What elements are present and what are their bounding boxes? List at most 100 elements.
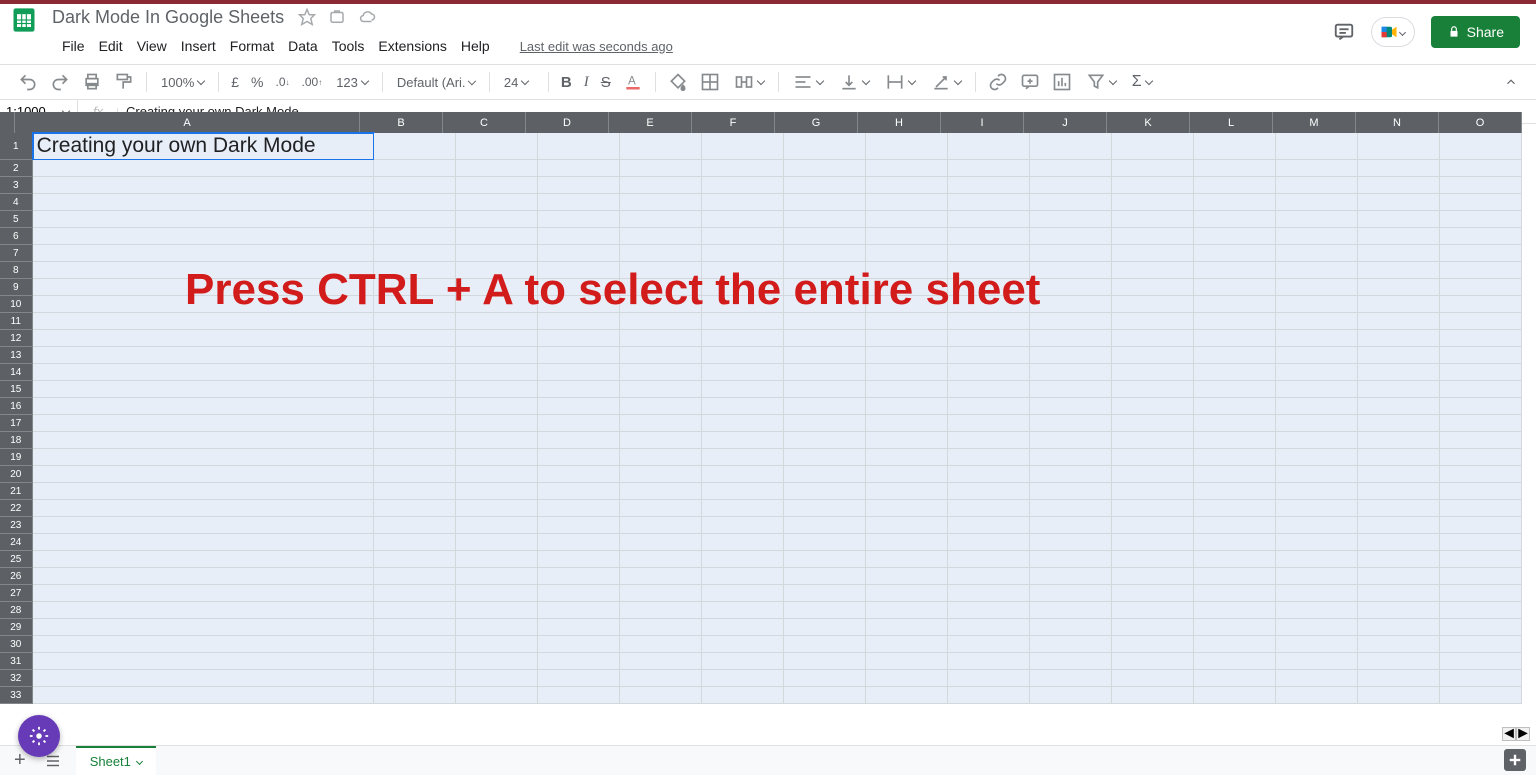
cell-M20[interactable] <box>1276 466 1358 483</box>
cell-F6[interactable] <box>702 228 784 245</box>
insert-comment-button[interactable] <box>1016 68 1044 96</box>
cell-I33[interactable] <box>948 687 1030 704</box>
cell-I7[interactable] <box>948 245 1030 262</box>
cell-C3[interactable] <box>456 177 538 194</box>
cell-C15[interactable] <box>456 381 538 398</box>
cell-H6[interactable] <box>866 228 948 245</box>
row-header-11[interactable]: 11 <box>0 313 33 330</box>
cell-E3[interactable] <box>620 177 702 194</box>
row-header-3[interactable]: 3 <box>0 177 33 194</box>
cell-H19[interactable] <box>866 449 948 466</box>
cell-I16[interactable] <box>948 398 1030 415</box>
cell-C7[interactable] <box>456 245 538 262</box>
cell-A27[interactable] <box>33 585 374 602</box>
cell-B2[interactable] <box>374 160 456 177</box>
cell-H13[interactable] <box>866 347 948 364</box>
row-header-2[interactable]: 2 <box>0 160 33 177</box>
cell-L22[interactable] <box>1194 500 1276 517</box>
cell-G19[interactable] <box>784 449 866 466</box>
cell-L28[interactable] <box>1194 602 1276 619</box>
cell-A31[interactable] <box>33 653 374 670</box>
cell-G1[interactable] <box>784 133 866 160</box>
cell-O11[interactable] <box>1440 313 1522 330</box>
cell-G30[interactable] <box>784 636 866 653</box>
cell-K17[interactable] <box>1112 415 1194 432</box>
cell-E8[interactable] <box>620 262 702 279</box>
cell-L1[interactable] <box>1194 133 1276 160</box>
font-size-select[interactable]: 24 <box>498 75 540 90</box>
cell-O25[interactable] <box>1440 551 1522 568</box>
cell-E29[interactable] <box>620 619 702 636</box>
cell-B15[interactable] <box>374 381 456 398</box>
cell-H20[interactable] <box>866 466 948 483</box>
cell-L7[interactable] <box>1194 245 1276 262</box>
row-header-23[interactable]: 23 <box>0 517 33 534</box>
cell-D30[interactable] <box>538 636 620 653</box>
cell-N21[interactable] <box>1358 483 1440 500</box>
cell-L2[interactable] <box>1194 160 1276 177</box>
cell-O15[interactable] <box>1440 381 1522 398</box>
cell-F25[interactable] <box>702 551 784 568</box>
cell-J19[interactable] <box>1030 449 1112 466</box>
cell-F1[interactable] <box>702 133 784 160</box>
cell-D12[interactable] <box>538 330 620 347</box>
cell-N15[interactable] <box>1358 381 1440 398</box>
cell-H15[interactable] <box>866 381 948 398</box>
cell-H31[interactable] <box>866 653 948 670</box>
row-header-1[interactable]: 1 <box>0 133 33 160</box>
cell-B6[interactable] <box>374 228 456 245</box>
cell-O12[interactable] <box>1440 330 1522 347</box>
cell-F21[interactable] <box>702 483 784 500</box>
cell-N8[interactable] <box>1358 262 1440 279</box>
cell-B27[interactable] <box>374 585 456 602</box>
cell-I21[interactable] <box>948 483 1030 500</box>
cell-E10[interactable] <box>620 296 702 313</box>
cell-M4[interactable] <box>1276 194 1358 211</box>
cell-J26[interactable] <box>1030 568 1112 585</box>
cell-O18[interactable] <box>1440 432 1522 449</box>
cell-L9[interactable] <box>1194 279 1276 296</box>
text-wrap-select[interactable] <box>879 72 921 92</box>
cell-E7[interactable] <box>620 245 702 262</box>
column-header-J[interactable]: J <box>1024 112 1107 133</box>
cell-A10[interactable] <box>33 296 374 313</box>
cell-B21[interactable] <box>374 483 456 500</box>
cell-C5[interactable] <box>456 211 538 228</box>
cell-J32[interactable] <box>1030 670 1112 687</box>
cell-B18[interactable] <box>374 432 456 449</box>
cell-L33[interactable] <box>1194 687 1276 704</box>
cell-G11[interactable] <box>784 313 866 330</box>
cell-I15[interactable] <box>948 381 1030 398</box>
cell-E18[interactable] <box>620 432 702 449</box>
cell-B3[interactable] <box>374 177 456 194</box>
cell-K10[interactable] <box>1112 296 1194 313</box>
cell-E17[interactable] <box>620 415 702 432</box>
cell-G10[interactable] <box>784 296 866 313</box>
cell-O19[interactable] <box>1440 449 1522 466</box>
cell-B24[interactable] <box>374 534 456 551</box>
cell-F26[interactable] <box>702 568 784 585</box>
cell-F7[interactable] <box>702 245 784 262</box>
cell-A22[interactable] <box>33 500 374 517</box>
cell-H17[interactable] <box>866 415 948 432</box>
column-header-N[interactable]: N <box>1356 112 1439 133</box>
cell-F29[interactable] <box>702 619 784 636</box>
cell-D22[interactable] <box>538 500 620 517</box>
cell-A20[interactable] <box>33 466 374 483</box>
cell-M12[interactable] <box>1276 330 1358 347</box>
cell-A8[interactable] <box>33 262 374 279</box>
bold-button[interactable]: B <box>557 70 576 95</box>
assist-fab[interactable] <box>18 715 60 757</box>
cell-E19[interactable] <box>620 449 702 466</box>
row-header-19[interactable]: 19 <box>0 449 33 466</box>
cell-D28[interactable] <box>538 602 620 619</box>
cell-B23[interactable] <box>374 517 456 534</box>
cell-H11[interactable] <box>866 313 948 330</box>
cell-G8[interactable] <box>784 262 866 279</box>
cell-M3[interactable] <box>1276 177 1358 194</box>
cell-J3[interactable] <box>1030 177 1112 194</box>
cell-G3[interactable] <box>784 177 866 194</box>
decrease-decimal-button[interactable]: .0↓ <box>272 71 294 93</box>
cell-I31[interactable] <box>948 653 1030 670</box>
cell-D20[interactable] <box>538 466 620 483</box>
